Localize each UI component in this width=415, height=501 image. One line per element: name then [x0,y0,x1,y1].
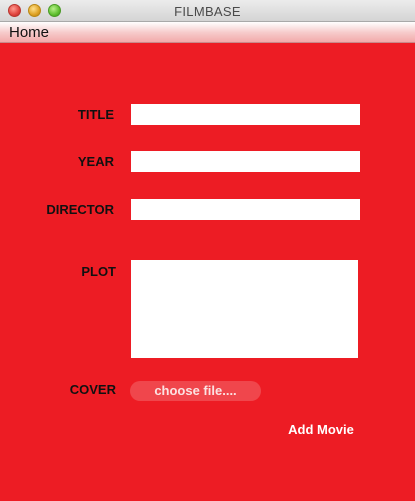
year-label: YEAR [77,154,114,169]
title-label: TITLE [77,107,114,122]
plot-label: PLOT [81,264,116,279]
director-input[interactable] [131,199,360,220]
window-titlebar: FILMBASE [0,0,415,22]
cover-label: COVER [69,382,116,397]
plot-textarea[interactable] [131,260,358,358]
title-input[interactable] [131,104,360,125]
menu-bar: Home [0,22,415,43]
director-label: DIRECTOR [46,202,114,217]
choose-file-button[interactable]: choose file.... [130,381,261,401]
window-title: FILMBASE [174,4,241,19]
menu-item-home[interactable]: Home [9,24,49,41]
add-movie-button[interactable]: Add Movie [280,420,362,438]
year-input[interactable] [131,151,360,172]
